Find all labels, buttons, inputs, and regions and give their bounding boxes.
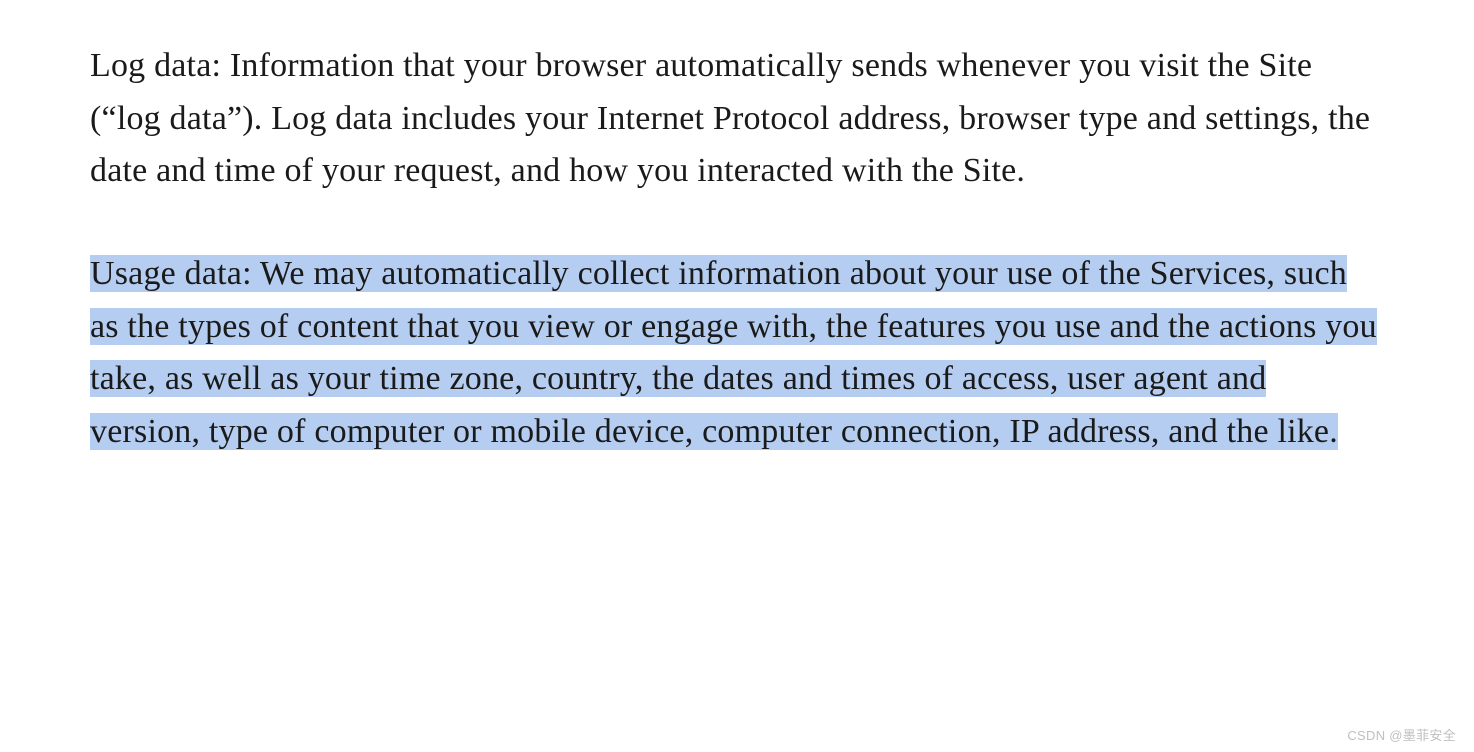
csdn-watermark: CSDN @墨菲安全 (1347, 725, 1456, 744)
highlighted-text: Usage data: We may automatically collect… (90, 255, 1377, 450)
usage-data-paragraph: Usage data: We may automatically collect… (90, 248, 1384, 459)
log-data-paragraph: Log data: Information that your browser … (90, 40, 1384, 198)
